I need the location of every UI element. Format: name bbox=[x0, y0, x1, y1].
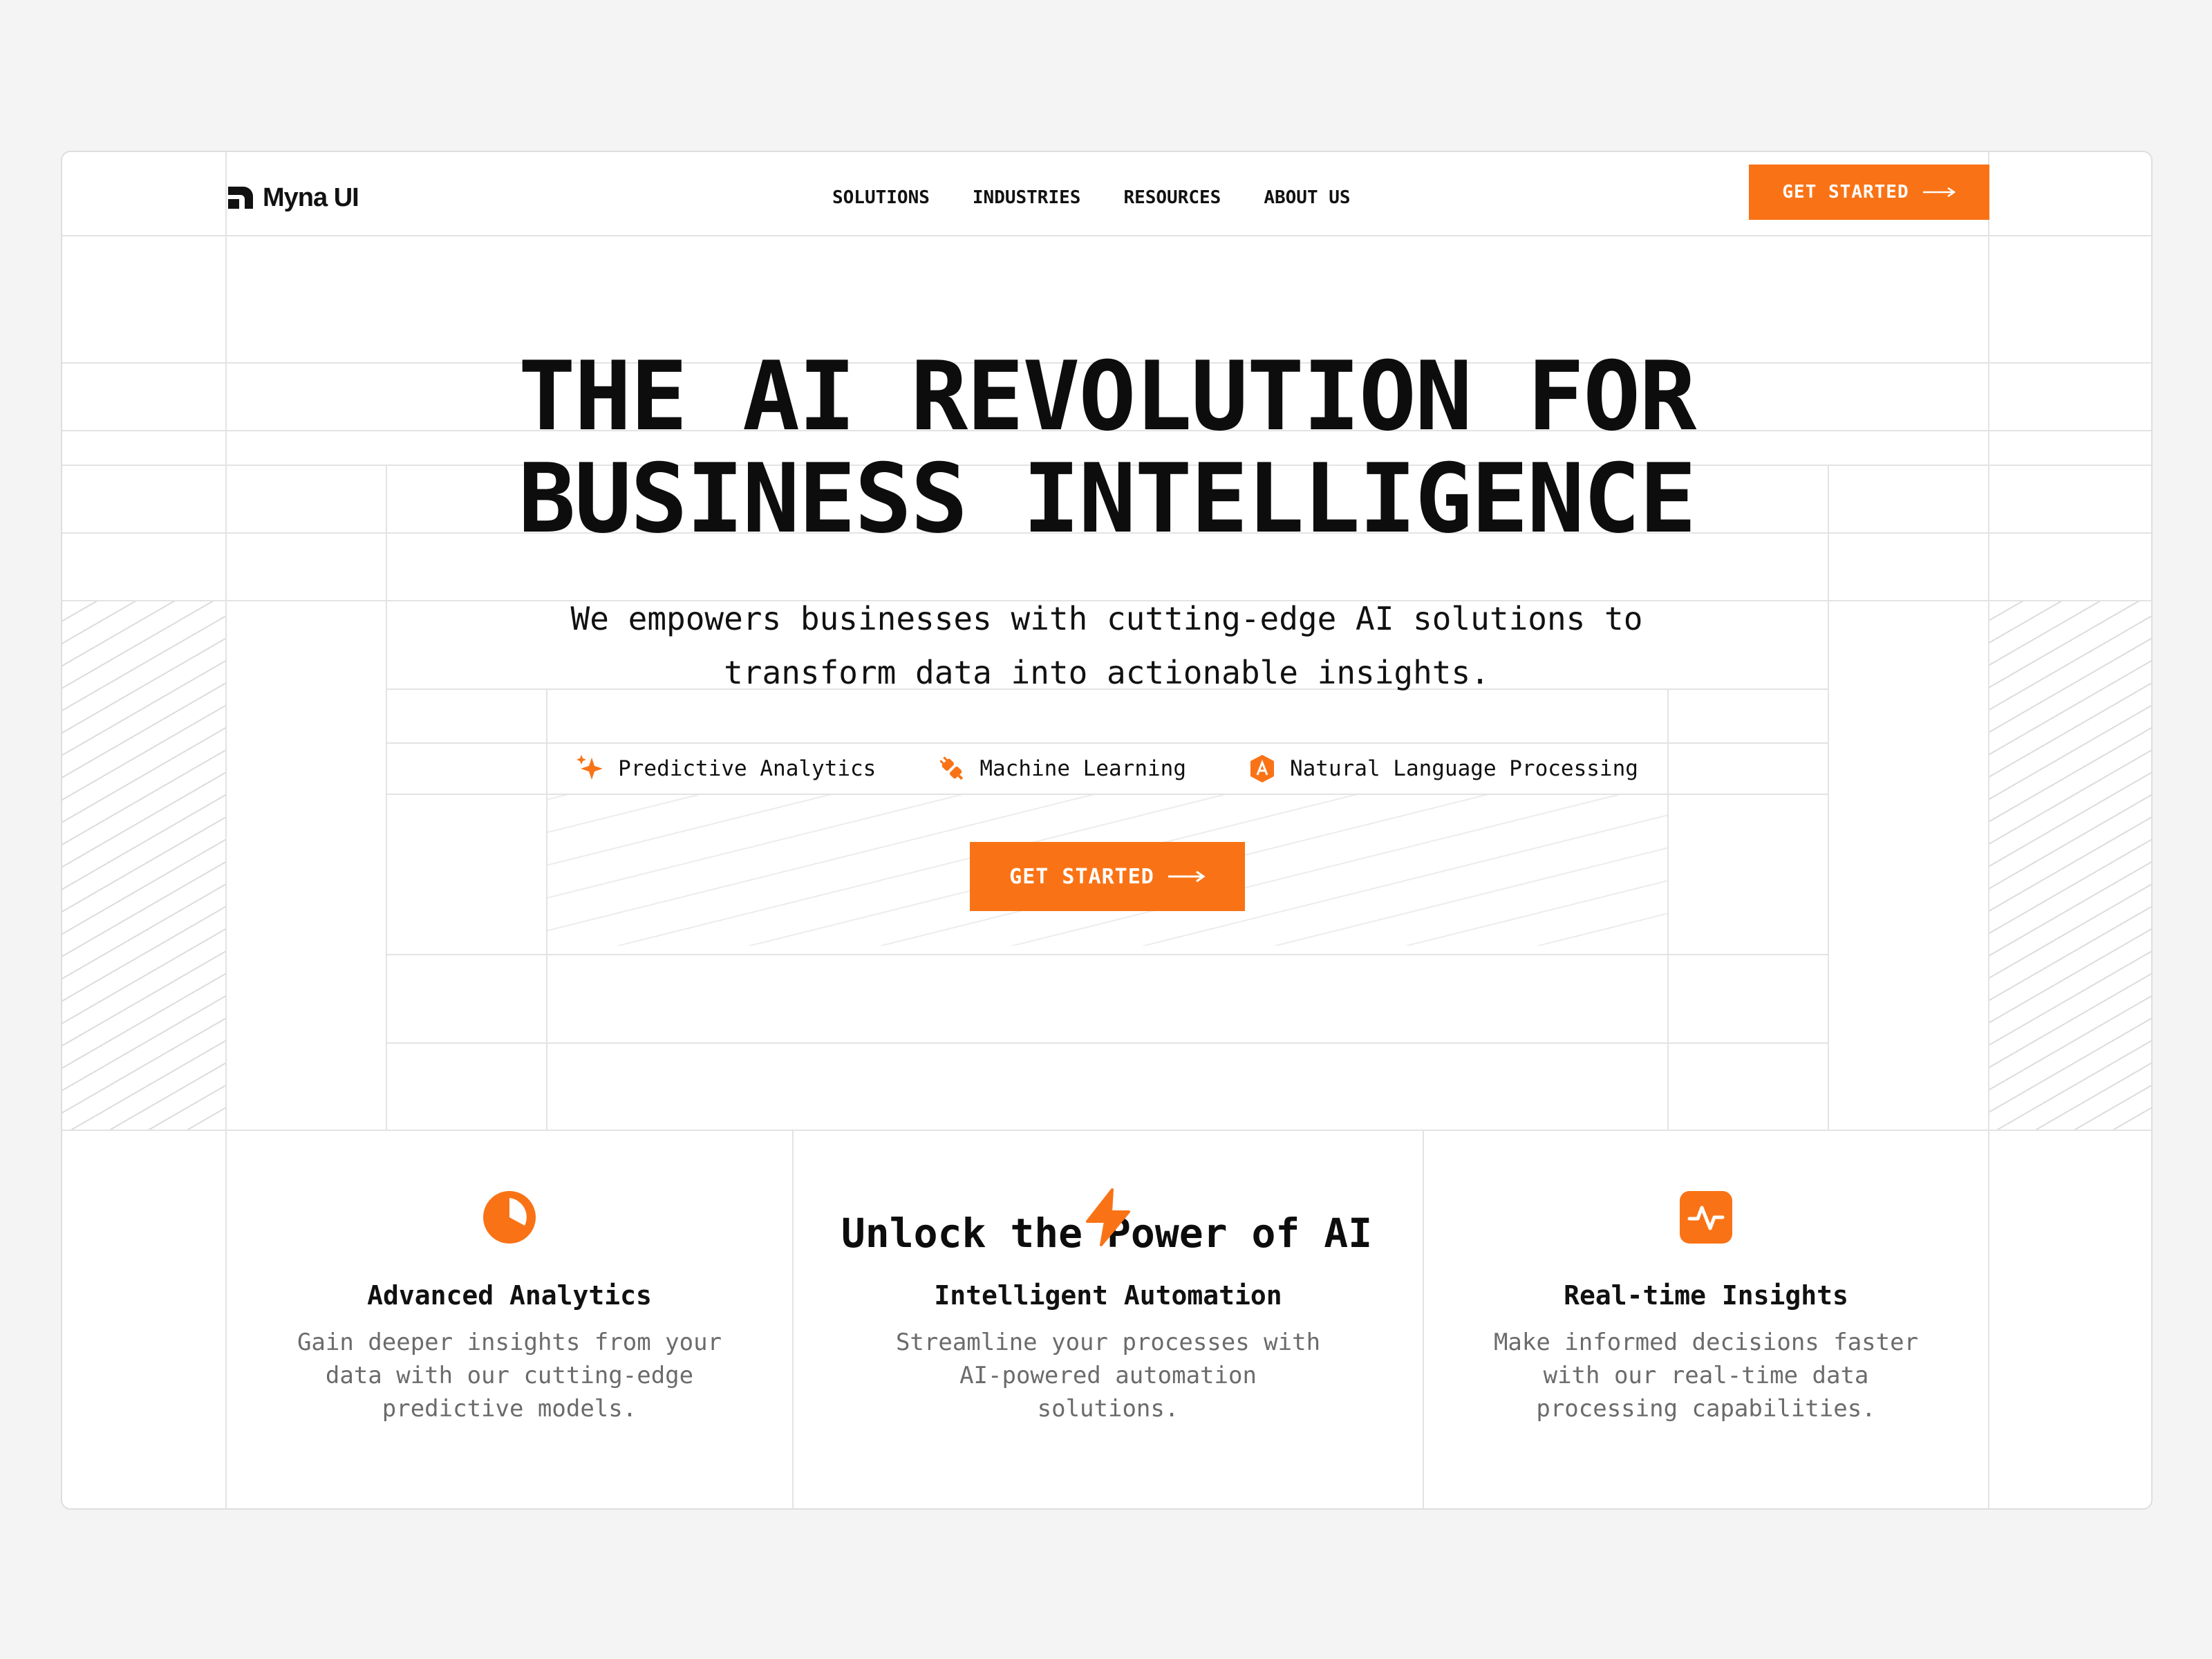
card-intelligent-automation: Intelligent Automation Streamline your p… bbox=[794, 1130, 1423, 1508]
lightning-icon bbox=[1086, 1188, 1130, 1246]
arrow-right-icon bbox=[1922, 187, 1956, 198]
pie-chart-icon bbox=[483, 1191, 536, 1244]
feature-machine-learning: Machine Learning bbox=[937, 753, 1186, 784]
brand-name: Myna UI bbox=[263, 182, 359, 212]
page-frame: Myna UI SOLUTIONS INDUSTRIES RESOURCES A… bbox=[61, 151, 2153, 1510]
card-desc-line: processing capabilities. bbox=[1536, 1395, 1876, 1423]
myna-logo-icon bbox=[228, 187, 253, 209]
nav-item-resources[interactable]: RESOURCES bbox=[1123, 187, 1221, 208]
card-title: Real-time Insights bbox=[1564, 1280, 1848, 1311]
hero-get-started-button[interactable]: GET STARTED bbox=[970, 842, 1245, 911]
card-desc-line: Gain deeper insights from your bbox=[297, 1329, 722, 1356]
nav-item-industries[interactable]: INDUSTRIES bbox=[973, 187, 1081, 208]
card-description: Make informed decisions faster with our … bbox=[1464, 1326, 1948, 1425]
feature-predictive-analytics: Predictive Analytics bbox=[575, 753, 876, 784]
grid-line bbox=[386, 1042, 1829, 1044]
card-description: Streamline your processes with AI-powere… bbox=[866, 1326, 1350, 1425]
card-desc-line: Make informed decisions faster bbox=[1493, 1329, 1919, 1356]
feature-label: Machine Learning bbox=[980, 756, 1186, 781]
hero-subtitle-line: transform data into actionable insights. bbox=[724, 654, 1490, 691]
sparkles-icon bbox=[577, 755, 603, 780]
hero-get-started-label: GET STARTED bbox=[1009, 864, 1154, 889]
nav-item-about-us[interactable]: ABOUT US bbox=[1264, 187, 1350, 208]
card-icon-wrap bbox=[1078, 1188, 1138, 1247]
grid-line bbox=[386, 794, 1829, 795]
arrow-right-icon bbox=[1168, 870, 1206, 883]
card-desc-line: Streamline your processes with bbox=[895, 1329, 1321, 1356]
grid-line bbox=[1828, 465, 1829, 1130]
feature-label: Natural Language Processing bbox=[1289, 756, 1638, 781]
card-desc-line: predictive models. bbox=[382, 1395, 637, 1423]
card-title: Advanced Analytics bbox=[367, 1280, 652, 1311]
nav-item-solutions[interactable]: SOLUTIONS bbox=[832, 187, 930, 208]
card-icon-wrap bbox=[480, 1188, 539, 1247]
card-desc-line: AI-powered automation bbox=[959, 1362, 1257, 1389]
grid-line bbox=[386, 465, 387, 1130]
card-desc-line: data with our cutting-edge bbox=[325, 1362, 694, 1389]
nav-get-started-label: GET STARTED bbox=[1782, 182, 1909, 203]
badge-a-icon bbox=[1250, 755, 1274, 782]
card-desc-line: with our real-time data bbox=[1543, 1362, 1869, 1389]
feature-nlp: Natural Language Processing bbox=[1247, 753, 1638, 784]
card-desc-line: solutions. bbox=[1037, 1395, 1179, 1423]
main-nav: SOLUTIONS INDUSTRIES RESOURCES ABOUT US bbox=[832, 177, 1351, 218]
card-real-time-insights: Real-time Insights Make informed decisio… bbox=[1424, 1130, 1988, 1508]
nav-get-started-button[interactable]: GET STARTED bbox=[1749, 165, 1989, 220]
activity-icon bbox=[1680, 1191, 1732, 1244]
hero-subtitle-line: We empowers businesses with cutting-edge… bbox=[570, 600, 1643, 637]
card-advanced-analytics: Advanced Analytics Gain deeper insights … bbox=[227, 1130, 792, 1508]
grid-line bbox=[386, 954, 1829, 955]
feature-list: Predictive Analytics Machine Learning Na… bbox=[62, 748, 2151, 789]
hero-title-line: BUSINESS INTELLIGENCE bbox=[518, 443, 1697, 554]
hero-title-line: THE AI REVOLUTION FOR bbox=[518, 341, 1697, 452]
grid-line bbox=[62, 235, 2151, 236]
grid-line bbox=[386, 742, 1829, 744]
hero-title: THE AI REVOLUTION FOR BUSINESS INTELLIGE… bbox=[62, 346, 2151, 550]
hero-subtitle: We empowers businesses with cutting-edge… bbox=[62, 592, 2151, 700]
card-title: Intelligent Automation bbox=[934, 1280, 1282, 1311]
plug-icon bbox=[939, 756, 964, 780]
brand-logo[interactable]: Myna UI bbox=[225, 177, 359, 218]
feature-label: Predictive Analytics bbox=[618, 756, 877, 781]
card-icon-wrap bbox=[1676, 1188, 1736, 1247]
card-description: Gain deeper insights from your data with… bbox=[268, 1326, 751, 1425]
